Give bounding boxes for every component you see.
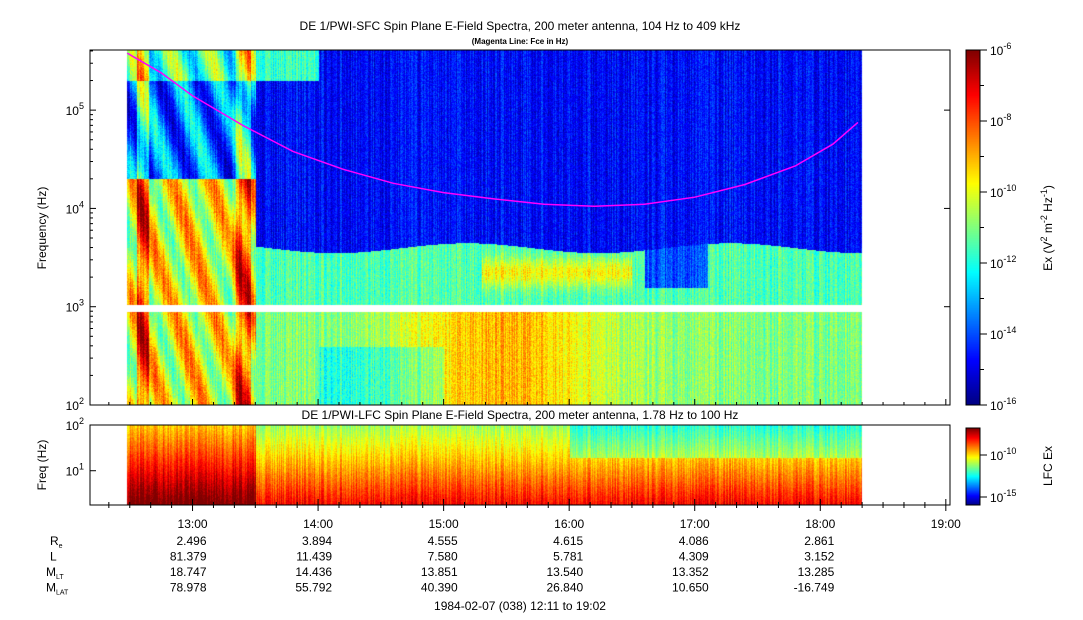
x-tick-label: 14:00 — [303, 517, 333, 531]
time-range-caption: 1984-02-07 (038) 12:11 to 19:02 — [434, 599, 606, 613]
ephemeris-value: 78.978 — [170, 581, 207, 595]
ephemeris-value: 7.580 — [428, 550, 458, 564]
ephemeris-value: 4.086 — [679, 534, 709, 548]
ephemeris-value: 11.439 — [296, 550, 332, 564]
x-tick-label: 13:00 — [178, 517, 208, 531]
colorbar2-label: LFC Ex — [1041, 446, 1055, 486]
ephemeris-value: 4.309 — [679, 550, 709, 564]
panel1-subtitle: (Magenta Line: Fce in Hz) — [472, 37, 569, 46]
ephemeris-value: 13.851 — [421, 565, 458, 579]
panel1-ylabel: Frequency (Hz) — [35, 187, 49, 270]
panel1-title: DE 1/PWI-SFC Spin Plane E-Field Spectra,… — [300, 19, 741, 33]
ephemeris-value: 4.615 — [553, 534, 583, 548]
x-tick-label: 19:00 — [931, 517, 961, 531]
y-tick-label: 104 — [66, 199, 84, 216]
ephemeris-label: L — [50, 550, 57, 564]
colorbar-tick-label: 10-14 — [990, 325, 1016, 342]
colorbar2-frame — [965, 427, 981, 506]
y-tick-label: 101 — [66, 462, 84, 479]
ephemeris-value: 3.894 — [302, 534, 332, 548]
x-tick-label: 15:00 — [429, 517, 459, 531]
ephemeris-value: 5.781 — [553, 550, 583, 564]
y-tick-label: 105 — [66, 101, 84, 118]
ephemeris-value: 14.436 — [295, 565, 332, 579]
panel2-title: DE 1/PWI-LFC Spin Plane E-Field Spectra,… — [302, 408, 739, 422]
ephemeris-value: 3.152 — [804, 550, 834, 564]
spectrogram-figure: DE 1/PWI-SFC Spin Plane E-Field Spectra,… — [0, 0, 1083, 620]
fce-line — [126, 52, 859, 208]
ephemeris-value: 13.352 — [672, 565, 709, 579]
ephemeris-value: 26.840 — [546, 581, 583, 595]
ephemeris-label: MLT — [46, 565, 64, 581]
y-tick-label: 102 — [66, 416, 84, 433]
ephemeris-label: Re — [50, 534, 63, 550]
ephemeris-value: 4.555 — [428, 534, 458, 548]
colorbar1-frame — [965, 49, 981, 406]
ephemeris-value: 13.540 — [546, 565, 583, 579]
panel2-ylabel: Freq (Hz) — [35, 440, 49, 491]
x-tick-label: 18:00 — [805, 517, 835, 531]
chart-annotations: DE 1/PWI-SFC Spin Plane E-Field Spectra,… — [35, 19, 1055, 613]
ephemeris-value: -16.749 — [794, 581, 835, 595]
colorbar-tick-label: 10-6 — [990, 41, 1011, 58]
ephemeris-value: 55.792 — [295, 581, 332, 595]
ephemeris-value: 2.496 — [177, 534, 207, 548]
ephemeris-label: MLAT — [46, 581, 69, 597]
colorbar2-tick-label: 10-15 — [990, 488, 1016, 505]
x-tick-label: 17:00 — [680, 517, 710, 531]
ephemeris-value: 18.747 — [170, 565, 207, 579]
colorbar-tick-label: 10-10 — [990, 183, 1016, 200]
x-tick-label: 16:00 — [554, 517, 584, 531]
ephemeris-value: 10.650 — [672, 581, 709, 595]
panel2-frame — [89, 424, 951, 506]
colorbar-tick-label: 10-12 — [990, 254, 1016, 271]
colorbar-label: Ex (V2 m-2 Hz-1) — [1039, 185, 1055, 271]
colorbar-tick-label: 10-8 — [990, 112, 1011, 129]
ephemeris-value: 13.285 — [798, 565, 835, 579]
ephemeris-value: 2.861 — [804, 534, 834, 548]
ephemeris-value: 81.379 — [170, 550, 207, 564]
panel1-frame — [89, 49, 951, 406]
y-tick-label: 102 — [66, 396, 84, 413]
y-tick-label: 103 — [66, 298, 84, 315]
ephemeris-value: 40.390 — [421, 581, 458, 595]
colorbar-tick-label: 10-16 — [990, 396, 1016, 413]
colorbar2-tick-label: 10-10 — [990, 446, 1016, 463]
